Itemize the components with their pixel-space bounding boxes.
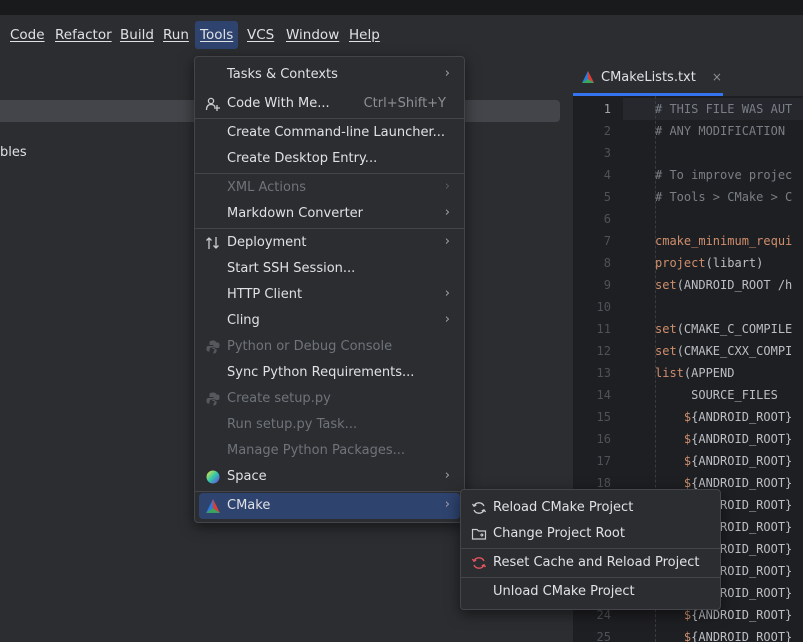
menu-item-create-desktop-entry[interactable]: Create Desktop Entry... — [199, 146, 460, 172]
reload-icon — [471, 502, 487, 514]
menu-run[interactable]: Run — [161, 21, 191, 49]
chevron-right-icon: › — [444, 286, 450, 301]
code-line: SOURCE_FILES — [655, 388, 778, 402]
menu-separator — [195, 228, 464, 229]
menu-item-create-setup-py: Create setup.py — [199, 386, 460, 412]
code-line: project(libart) — [655, 256, 764, 270]
menu-item-code-with-me[interactable]: Code With Me... Ctrl+Shift+Y — [199, 91, 460, 117]
code-line: ${ANDROID_ROOT} — [683, 608, 793, 622]
menu-item-reload-cmake-project[interactable]: Reload CMake Project — [465, 495, 716, 521]
line-number: 18 — [596, 476, 611, 490]
code-line: # Tools > CMake > C — [655, 190, 793, 204]
line-number: 13 — [596, 366, 611, 380]
menu-vcs[interactable]: VCS — [245, 21, 276, 49]
code-with-me-icon — [205, 97, 220, 111]
chevron-right-icon: › — [444, 468, 450, 483]
chevron-right-icon: › — [444, 205, 450, 220]
menu-tools[interactable]: Tools — [195, 21, 239, 49]
code-line: ${ANDROID_ROOT} — [683, 630, 793, 642]
line-number: 6 — [603, 212, 611, 226]
python-icon — [206, 392, 220, 406]
menu-item-tasks-contexts[interactable]: Tasks & Contexts › — [199, 62, 460, 88]
cmake-submenu: Reload CMake Project Change Project Root… — [460, 489, 721, 610]
menu-build[interactable]: Build — [118, 21, 156, 49]
menu-item-markdown-converter[interactable]: Markdown Converter › — [199, 201, 460, 227]
menu-item-run-setup-py-task: Run setup.py Task... — [227, 417, 358, 432]
menu-item-space[interactable]: Space › — [199, 464, 460, 490]
line-number: 24 — [596, 608, 611, 622]
line-number: 1 — [603, 102, 611, 116]
menu-item-change-project-root[interactable]: Change Project Root — [465, 521, 716, 547]
chevron-right-icon: › — [444, 312, 450, 327]
code-line: # To improve projec — [655, 168, 793, 182]
menu-item-cmake[interactable]: CMake › — [199, 493, 460, 519]
chevron-right-icon: › — [444, 66, 450, 81]
title-bar — [0, 0, 803, 15]
python-icon — [206, 340, 220, 354]
code-line: set(ANDROID_ROOT /h — [655, 278, 793, 292]
menu-help[interactable]: Help — [347, 21, 382, 49]
menu-item-create-cli-launcher[interactable]: Create Command-line Launcher... — [199, 120, 460, 146]
line-number: 5 — [603, 190, 611, 204]
line-number: 11 — [596, 322, 611, 336]
menu-item-http-client[interactable]: HTTP Client › — [199, 282, 460, 308]
line-number: 14 — [596, 388, 611, 402]
menu-refactor[interactable]: Refactor — [53, 21, 114, 49]
menu-separator — [195, 118, 464, 119]
tab-cmakelists[interactable]: CMakeLists.txt × — [581, 64, 722, 90]
chevron-right-icon: › — [444, 497, 450, 512]
reset-icon — [471, 557, 487, 569]
menu-window[interactable]: Window — [284, 21, 341, 49]
menu-item-python-debug-console: Python or Debug Console — [199, 334, 460, 360]
code-line: ${ANDROID_ROOT} — [683, 454, 793, 468]
menu-item-manage-python-packages: Manage Python Packages... — [227, 443, 406, 458]
close-icon[interactable]: × — [712, 70, 722, 84]
tab-label: CMakeLists.txt — [601, 69, 696, 85]
tree-item-label[interactable]: bles — [0, 145, 27, 160]
line-number: 10 — [596, 300, 611, 314]
cmake-icon — [582, 71, 594, 83]
menu-item-unload-cmake-project[interactable]: Unload CMake Project — [465, 579, 716, 605]
code-line: set(CMAKE_C_COMPILE — [655, 322, 793, 336]
menu-item-xml-actions: XML Actions › — [227, 179, 450, 195]
code-line: set(CMAKE_CXX_COMPI — [655, 344, 793, 358]
menu-separator — [195, 491, 464, 492]
line-number: 3 — [603, 146, 611, 160]
menu-separator — [461, 577, 720, 578]
line-number: 15 — [596, 410, 611, 424]
menu-item-cling[interactable]: Cling › — [199, 308, 460, 334]
deployment-icon — [206, 237, 219, 249]
line-number: 8 — [603, 256, 611, 270]
line-number: 17 — [596, 454, 611, 468]
code-line: ${ANDROID_ROOT} — [683, 410, 793, 424]
cmake-icon — [206, 499, 220, 513]
line-number: 4 — [603, 168, 611, 182]
chevron-right-icon: › — [444, 234, 450, 249]
space-icon — [206, 470, 220, 484]
line-number: 12 — [596, 344, 611, 358]
line-number: 7 — [603, 234, 611, 248]
line-number: 2 — [603, 124, 611, 138]
code-line: list(APPEND — [655, 366, 735, 380]
menu-item-deployment[interactable]: Deployment › — [199, 230, 460, 256]
code-line: ${ANDROID_ROOT} — [683, 432, 793, 446]
line-number: 16 — [596, 432, 611, 446]
code-line: ${ANDROID_ROOT} — [683, 476, 793, 490]
menu-item-sync-python-requirements[interactable]: Sync Python Requirements... — [199, 360, 460, 386]
line-number: 9 — [603, 278, 611, 292]
menu-separator — [195, 173, 464, 174]
menu-bar: Code Refactor Build Run Tools VCS Window… — [0, 15, 803, 56]
menu-item-start-ssh-session[interactable]: Start SSH Session... — [199, 256, 460, 282]
tools-menu: Tasks & Contexts › Code With Me... Ctrl+… — [194, 56, 465, 523]
code-line: # ANY MODIFICATION — [655, 124, 793, 138]
code-line: # THIS FILE WAS AUT — [655, 102, 793, 116]
folder-icon — [471, 528, 487, 540]
code-line: cmake_minimum_requi — [655, 234, 793, 248]
chevron-right-icon: › — [444, 179, 450, 194]
line-number: 25 — [596, 630, 611, 642]
menu-separator — [461, 548, 720, 549]
menu-code[interactable]: Code — [8, 21, 47, 49]
editor-tabs: CMakeLists.txt × — [573, 56, 803, 96]
menu-item-reset-cache-reload[interactable]: Reset Cache and Reload Project — [465, 550, 716, 576]
